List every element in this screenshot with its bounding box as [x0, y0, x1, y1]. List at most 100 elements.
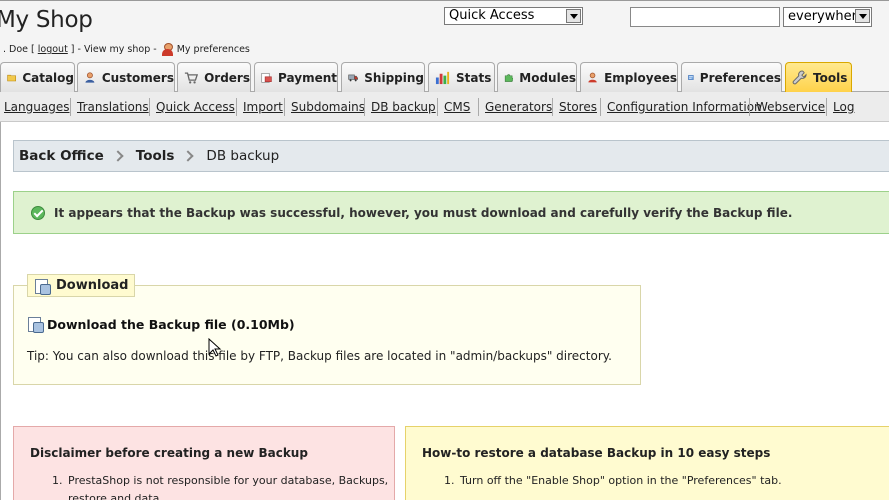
subtab-import[interactable]: Import — [243, 100, 283, 114]
my-preferences-link[interactable]: My preferences — [177, 44, 250, 55]
tab-label: Employees — [604, 70, 677, 85]
list-text: PrestaShop is not responsible for your d… — [68, 474, 389, 487]
user-prefix: . Doe [ — [3, 44, 35, 55]
chart-icon — [435, 71, 450, 85]
success-text: It appears that the Backup was successfu… — [54, 205, 793, 220]
view-my-shop-link[interactable]: ] - View my shop - — [71, 44, 157, 55]
tab-catalog[interactable]: Catalog — [0, 62, 75, 92]
subtab-languages[interactable]: Languages — [4, 100, 69, 114]
download-legend: Download — [27, 274, 136, 297]
separator — [70, 98, 71, 116]
shop-title: My Shop — [0, 7, 93, 33]
disclaimer-list: 1. PrestaShop is not responsible for your… — [52, 472, 388, 500]
download-backup-label[interactable]: Download the Backup file (0.10Mb) — [47, 317, 295, 332]
list-item: restore and data. — [52, 490, 388, 500]
download-fieldset — [13, 285, 641, 385]
chevron-right-icon — [112, 150, 124, 162]
tab-customers[interactable]: Customers — [77, 62, 175, 92]
subtab-configuration-information[interactable]: Configuration Information — [607, 100, 762, 114]
tab-label: Catalog — [22, 70, 74, 85]
download-backup-link[interactable]: Download the Backup file (0.10Mb) — [27, 316, 295, 333]
tab-shipping[interactable]: Shipping — [341, 62, 425, 92]
check-icon — [31, 205, 45, 220]
separator — [364, 98, 365, 116]
download-legend-label: Download — [56, 278, 129, 293]
subtab-cms[interactable]: CMS — [444, 100, 470, 114]
separator — [749, 98, 750, 116]
tab-employees[interactable]: Employees — [580, 62, 678, 92]
subtab-webservice[interactable]: Webservice — [756, 100, 825, 114]
breadcrumb-back-office[interactable]: Back Office — [19, 148, 104, 164]
puzzle-icon — [504, 74, 514, 82]
logout-link[interactable]: logout — [38, 44, 68, 55]
separator — [478, 98, 479, 116]
tab-label: Shipping — [364, 70, 424, 85]
success-message: It appears that the Backup was successfu… — [13, 191, 889, 234]
separator — [284, 98, 285, 116]
tab-label: Customers — [101, 70, 174, 85]
breadcrumb-tools[interactable]: Tools — [136, 148, 175, 164]
disclaimer-box: Disclaimer before creating a new Backup … — [13, 426, 395, 500]
user-line: . Doe [ logout ] - View my shop - My pre… — [3, 43, 250, 56]
breadcrumb-db-backup: DB backup — [206, 148, 280, 164]
truck-icon — [348, 74, 358, 82]
search-scope-select[interactable]: everywhere — [783, 7, 872, 27]
chevron-down-icon[interactable] — [855, 9, 870, 23]
employee-icon — [588, 72, 597, 83]
preferences-icon — [688, 75, 694, 80]
sub-tabs: Languages Translations Quick Access Impo… — [0, 92, 889, 122]
list-number: 1. — [444, 474, 455, 487]
tab-label: Payment — [278, 70, 337, 85]
tab-preferences[interactable]: Preferences — [681, 62, 782, 92]
database-icon — [27, 316, 44, 333]
quick-access-value: Quick Access — [449, 8, 535, 23]
chevron-down-icon[interactable] — [566, 9, 581, 23]
subtab-generators[interactable]: Generators — [485, 100, 552, 114]
disclaimer-title: Disclaimer before creating a new Backup — [30, 446, 308, 460]
wrench-icon — [792, 70, 807, 85]
tab-label: Tools — [813, 70, 848, 85]
list-item: 1. PrestaShop is not responsible for your… — [52, 472, 388, 490]
tab-stats[interactable]: Stats — [428, 62, 495, 92]
cart-icon — [184, 72, 199, 84]
separator — [552, 98, 553, 116]
subtab-db-backup[interactable]: DB backup — [371, 100, 436, 114]
tab-orders[interactable]: Orders — [177, 62, 251, 92]
quick-access-select[interactable]: Quick Access — [444, 7, 583, 25]
main-tabs: Catalog Customers Orders Payment Shippin… — [0, 62, 889, 92]
tab-tools[interactable]: Tools — [785, 62, 852, 92]
tab-label: Modules — [519, 70, 576, 85]
chevron-right-icon — [182, 150, 195, 162]
subtab-stores[interactable]: Stores — [559, 100, 597, 114]
list-text: restore and data. — [68, 492, 163, 500]
tab-label: Preferences — [699, 70, 781, 85]
tip-text: Tip: You can also download this file by … — [27, 349, 612, 363]
separator — [236, 98, 237, 116]
tab-payment[interactable]: Payment — [254, 62, 338, 92]
search-input[interactable] — [630, 7, 780, 27]
database-icon — [34, 278, 51, 295]
customers-icon — [85, 72, 95, 83]
list-text: Turn off the "Enable Shop" option in the… — [460, 474, 782, 487]
payment-icon — [261, 73, 272, 83]
subtab-translations[interactable]: Translations — [77, 100, 149, 114]
tab-modules[interactable]: Modules — [497, 62, 577, 92]
breadcrumb: Back Office Tools DB backup — [13, 140, 889, 172]
restore-list: 1. Turn off the "Enable Shop" option in t… — [444, 472, 782, 490]
separator — [437, 98, 438, 116]
folder-icon — [7, 74, 17, 82]
subtab-subdomains[interactable]: Subdomains — [291, 100, 365, 114]
mouse-cursor-icon — [208, 338, 222, 357]
separator — [826, 98, 827, 116]
header: My Shop . Doe [ logout ] - View my shop … — [0, 0, 889, 62]
user-icon — [161, 43, 174, 56]
tab-label: Orders — [204, 70, 250, 85]
list-number: 1. — [52, 474, 63, 487]
subtab-log[interactable]: Log — [833, 100, 854, 114]
list-item: 1. Turn off the "Enable Shop" option in t… — [444, 472, 782, 490]
separator — [600, 98, 601, 116]
content-area: Back Office Tools DB backup It appears t… — [0, 122, 889, 500]
tab-label: Stats — [456, 70, 492, 85]
subtab-quick-access[interactable]: Quick Access — [156, 100, 235, 114]
search-scope-value: everywhere — [788, 9, 865, 24]
